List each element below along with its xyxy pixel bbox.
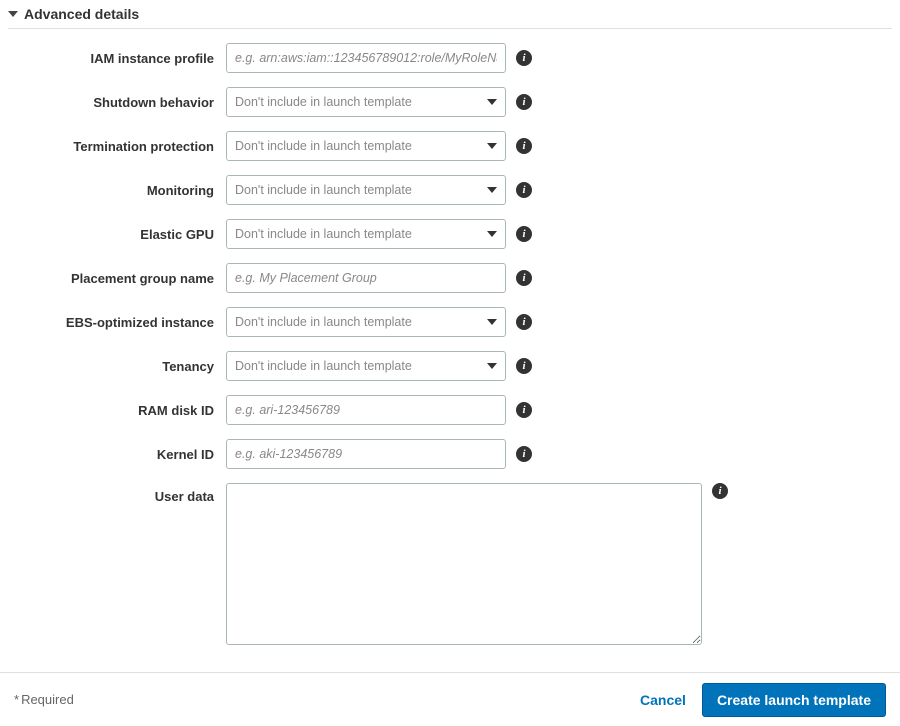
advanced-details-toggle[interactable]: Advanced details (8, 4, 892, 29)
elastic-gpu-label: Elastic GPU (8, 227, 226, 242)
info-icon[interactable]: i (516, 182, 532, 198)
required-note: *Required (14, 692, 74, 707)
termination-protection-label: Termination protection (8, 139, 226, 154)
iam-instance-profile-label: IAM instance profile (8, 51, 226, 66)
info-icon[interactable]: i (516, 358, 532, 374)
section-title: Advanced details (24, 6, 139, 22)
info-icon[interactable]: i (516, 94, 532, 110)
termination-protection-value: Don't include in launch template (235, 139, 481, 153)
chevron-down-icon (487, 187, 497, 193)
chevron-down-icon (487, 99, 497, 105)
info-icon[interactable]: i (516, 446, 532, 462)
ram-disk-id-input-wrap (226, 395, 506, 425)
kernel-id-input-wrap (226, 439, 506, 469)
info-icon[interactable]: i (516, 50, 532, 66)
shutdown-behavior-value: Don't include in launch template (235, 95, 481, 109)
ebs-optimized-value: Don't include in launch template (235, 315, 481, 329)
create-launch-template-button[interactable]: Create launch template (702, 683, 886, 717)
termination-protection-select[interactable]: Don't include in launch template (226, 131, 506, 161)
info-icon[interactable]: i (516, 270, 532, 286)
kernel-id-input[interactable] (235, 447, 497, 461)
chevron-down-icon (487, 231, 497, 237)
elastic-gpu-select[interactable]: Don't include in launch template (226, 219, 506, 249)
shutdown-behavior-label: Shutdown behavior (8, 95, 226, 110)
caret-down-icon (8, 11, 18, 17)
shutdown-behavior-select[interactable]: Don't include in launch template (226, 87, 506, 117)
chevron-down-icon (487, 363, 497, 369)
ebs-optimized-select[interactable]: Don't include in launch template (226, 307, 506, 337)
ram-disk-id-label: RAM disk ID (8, 403, 226, 418)
footer: *Required Cancel Create launch template (0, 672, 900, 726)
tenancy-select[interactable]: Don't include in launch template (226, 351, 506, 381)
chevron-down-icon (487, 319, 497, 325)
info-icon[interactable]: i (516, 226, 532, 242)
info-icon[interactable]: i (712, 483, 728, 499)
tenancy-value: Don't include in launch template (235, 359, 481, 373)
user-data-label: User data (8, 483, 226, 504)
ram-disk-id-input[interactable] (235, 403, 497, 417)
cancel-button[interactable]: Cancel (640, 692, 686, 708)
placement-group-label: Placement group name (8, 271, 226, 286)
ebs-optimized-label: EBS-optimized instance (8, 315, 226, 330)
placement-group-input[interactable] (235, 271, 497, 285)
iam-instance-profile-input-wrap (226, 43, 506, 73)
tenancy-label: Tenancy (8, 359, 226, 374)
monitoring-label: Monitoring (8, 183, 226, 198)
monitoring-select[interactable]: Don't include in launch template (226, 175, 506, 205)
info-icon[interactable]: i (516, 138, 532, 154)
user-data-textarea[interactable] (226, 483, 702, 645)
monitoring-value: Don't include in launch template (235, 183, 481, 197)
chevron-down-icon (487, 143, 497, 149)
iam-instance-profile-input[interactable] (235, 51, 497, 65)
info-icon[interactable]: i (516, 314, 532, 330)
kernel-id-label: Kernel ID (8, 447, 226, 462)
info-icon[interactable]: i (516, 402, 532, 418)
elastic-gpu-value: Don't include in launch template (235, 227, 481, 241)
placement-group-input-wrap (226, 263, 506, 293)
